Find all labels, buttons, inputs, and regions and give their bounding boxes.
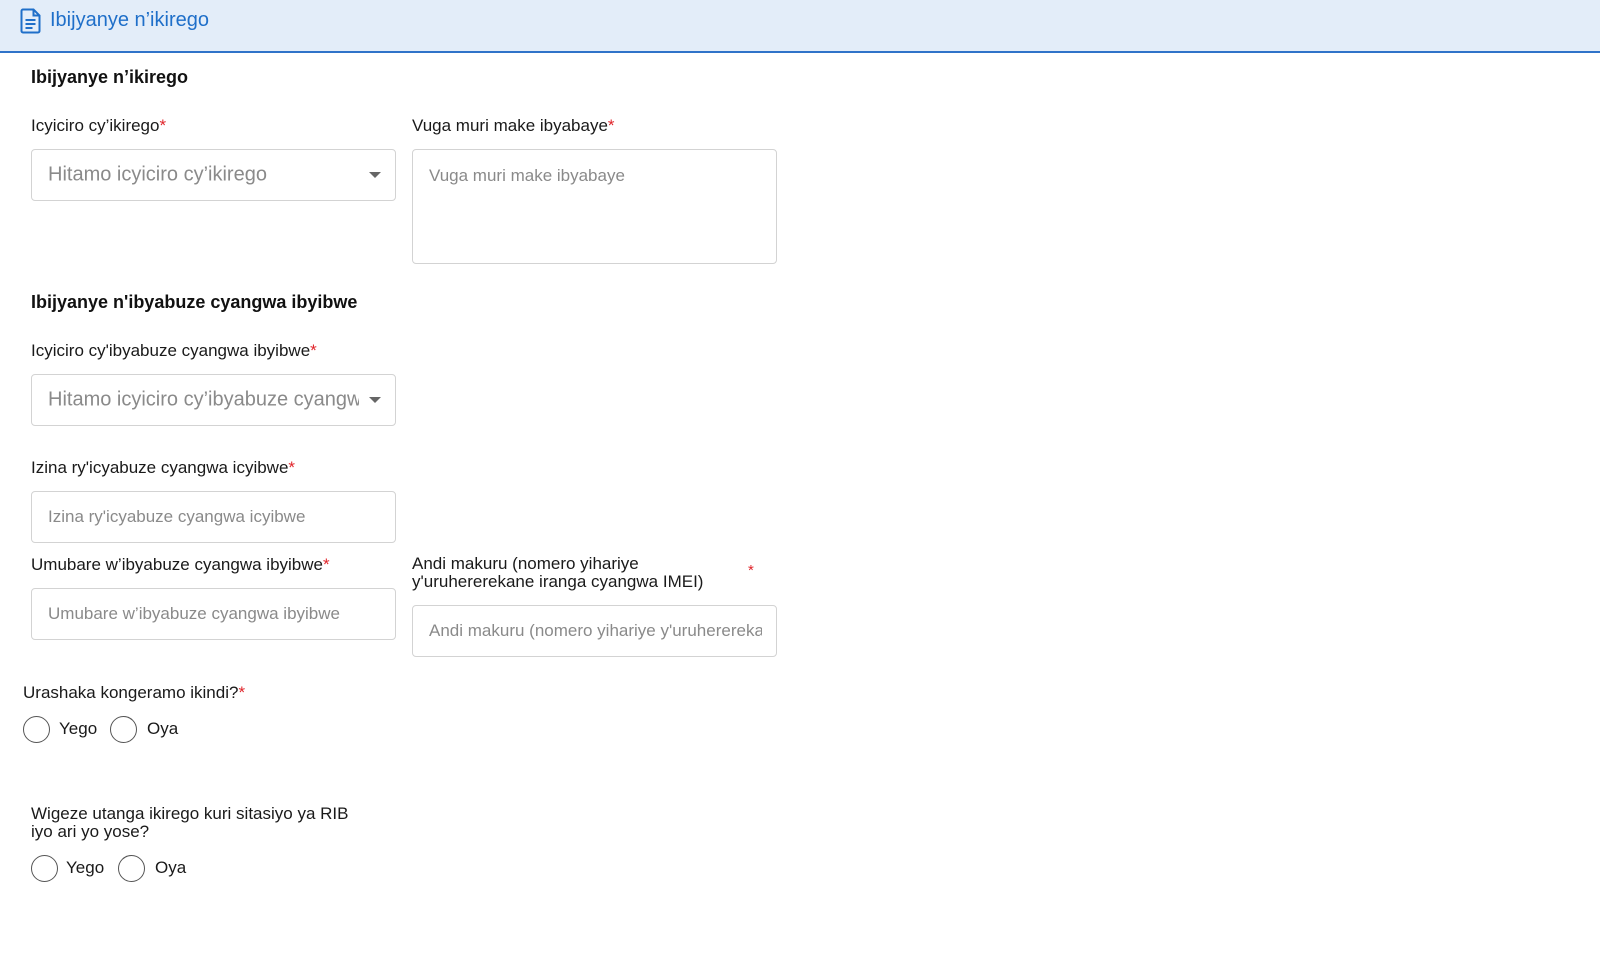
page-title: Ibijyanye n’ikirego — [50, 9, 209, 31]
item-count-label: Umubare w’ibyabuze cyangwa ibyibwe* — [31, 555, 330, 574]
other-info-input[interactable]: Andi makuru (nomero yihariye y'uruherere… — [412, 605, 777, 657]
rib-station-yes-label[interactable]: Yego — [66, 858, 104, 878]
complaint-category-label: Icyiciro cy’ikirego* — [31, 116, 167, 135]
required-mark: * — [322, 555, 330, 574]
other-info-label: Andi makuru (nomero yihariye y'uruherere… — [412, 554, 704, 591]
add-more-no-label[interactable]: Oya — [147, 719, 178, 739]
item-name-label: Izina ry'icyabuze cyangwa icyibwe* — [31, 458, 296, 477]
item-category-select[interactable]: Hitamo icyiciro cy’ibyabuze cyangwa ibyi… — [31, 374, 396, 426]
add-more-question: Urashaka kongeramo ikindi?* — [23, 683, 246, 702]
description-placeholder: Vuga muri make ibyabaye — [429, 166, 625, 185]
item-name-input[interactable]: Izina ry'icyabuze cyangwa icyibwe — [31, 491, 396, 543]
add-more-yes-label[interactable]: Yego — [59, 719, 97, 739]
chevron-down-icon — [369, 172, 381, 178]
document-icon — [20, 8, 41, 34]
required-mark: * — [748, 562, 754, 579]
complaint-category-select[interactable]: Hitamo icyiciro cy’ikirego — [31, 149, 396, 201]
item-category-label: Icyiciro cy'ibyabuze cyangwa ibyibwe* — [31, 341, 317, 360]
chevron-down-icon — [369, 397, 381, 403]
page-header: Ibijyanye n’ikirego — [0, 0, 1600, 53]
add-more-no-radio[interactable] — [110, 716, 137, 743]
rib-station-yes-radio[interactable] — [31, 855, 58, 882]
section-title-complaint: Ibijyanye n’ikirego — [31, 67, 189, 87]
section-title-lost-items: Ibijyanye n'ibyabuze cyangwa ibyibwe — [31, 292, 358, 312]
required-mark: * — [288, 458, 296, 477]
item-category-placeholder: Hitamo icyiciro cy’ibyabuze cyangwa ibyi… — [48, 388, 359, 411]
complaint-category-placeholder: Hitamo icyiciro cy’ikirego — [48, 163, 267, 186]
item-count-input[interactable]: Umubare w’ibyabuze cyangwa ibyibwe — [31, 588, 396, 640]
item-count-placeholder: Umubare w’ibyabuze cyangwa ibyibwe — [48, 604, 340, 623]
rib-station-no-radio[interactable] — [118, 855, 145, 882]
other-info-placeholder: Andi makuru (nomero yihariye y'uruherere… — [429, 621, 762, 640]
required-mark: * — [238, 683, 246, 702]
item-name-placeholder: Izina ry'icyabuze cyangwa icyibwe — [48, 507, 306, 526]
required-mark: * — [310, 341, 317, 360]
required-mark: * — [159, 116, 167, 135]
required-mark: * — [607, 116, 615, 135]
rib-station-question: Wigeze utanga ikirego kuri sitasiyo ya R… — [31, 804, 349, 841]
description-textarea[interactable]: Vuga muri make ibyabaye — [412, 149, 777, 264]
add-more-yes-radio[interactable] — [23, 716, 50, 743]
rib-station-no-label[interactable]: Oya — [155, 858, 186, 878]
description-label: Vuga muri make ibyabaye* — [412, 116, 615, 135]
